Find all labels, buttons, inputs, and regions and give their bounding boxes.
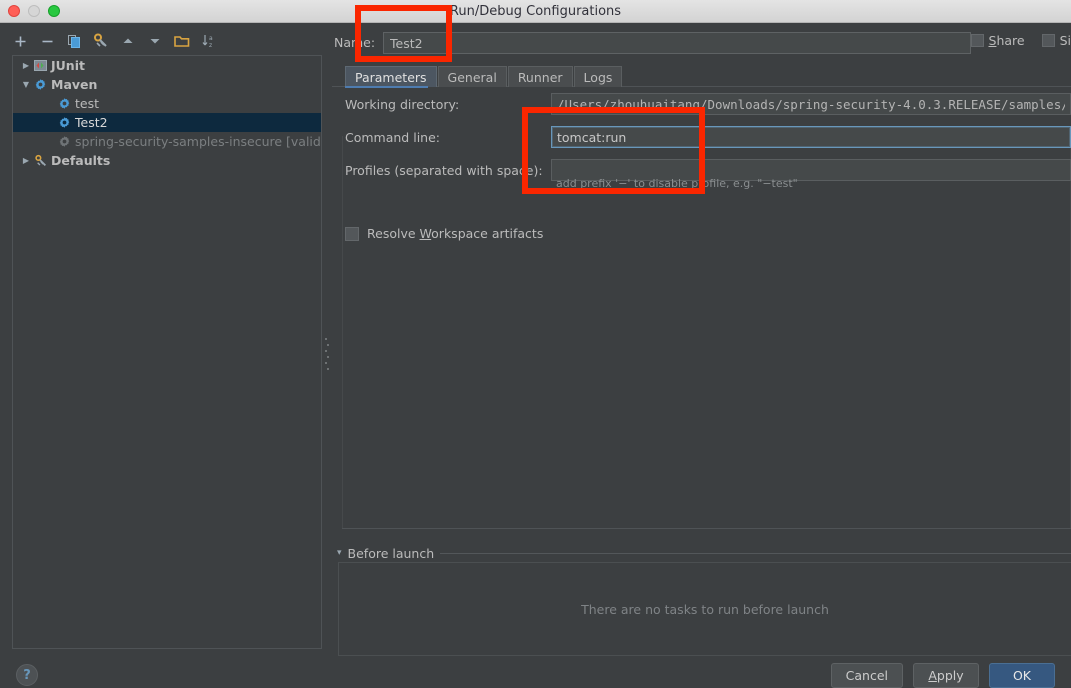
splitter-grip-icon[interactable] [325, 338, 329, 372]
tree-node-label: spring-security-samples-insecure [valida… [75, 132, 322, 151]
before-launch-empty-message: There are no tasks to run before launch [339, 563, 1071, 655]
configuration-options: Share Si [971, 33, 1071, 48]
single-instance-checkbox[interactable] [1042, 34, 1055, 47]
chevron-right-icon[interactable]: ▶ [19, 56, 33, 75]
panel-splitter[interactable] [322, 23, 332, 678]
profiles-label: Profiles (separated with space): [345, 163, 543, 178]
share-label: Share [989, 33, 1025, 48]
tree-node-label: Defaults [51, 151, 116, 170]
maven-icon [57, 115, 72, 130]
profiles-hint-text: add prefix '−' to disable profile, e.g. … [556, 177, 798, 190]
tab-parameters[interactable]: Parameters [345, 66, 437, 87]
profiles-hint-row: add prefix '−' to disable profile, e.g. … [332, 177, 1071, 199]
ok-button[interactable]: OK [989, 663, 1055, 688]
remove-configuration-button[interactable] [35, 29, 59, 53]
junit-icon [33, 58, 48, 73]
resolve-workspace-artifacts-checkbox[interactable] [345, 227, 359, 241]
maven-icon [57, 96, 72, 111]
tree-node-maven[interactable]: ▼ Maven [13, 75, 321, 94]
resolve-workspace-artifacts-row[interactable]: Resolve Workspace artifacts [345, 226, 543, 241]
svg-text:z: z [209, 42, 212, 49]
configuration-editor-panel: Name: Share Si Parameters General Runner… [332, 23, 1071, 678]
profiles-row: Profiles (separated with space): [332, 157, 1071, 177]
tab-logs[interactable]: Logs [574, 66, 623, 87]
copy-configuration-icon[interactable] [62, 29, 86, 53]
wrench-icon [33, 153, 48, 168]
chevron-down-icon[interactable]: ▼ [19, 75, 33, 94]
tree-node-junit[interactable]: ▶ JUnit [13, 56, 321, 75]
window-title: Run/Debug Configurations [0, 0, 1071, 23]
tree-node-test2[interactable]: Test2 [13, 113, 321, 132]
maven-icon [33, 77, 48, 92]
configurations-toolbar: a z [8, 27, 318, 55]
command-line-label: Command line: [345, 130, 440, 145]
configurations-tree[interactable]: ▶ JUnit ▼ [12, 55, 322, 649]
share-checkbox[interactable] [971, 34, 984, 47]
sort-alphabetically-icon[interactable]: a z [197, 29, 221, 53]
run-debug-configurations-dialog: a z ▶ JUnit ▼ [0, 23, 1071, 678]
tab-general[interactable]: General [438, 66, 507, 87]
svg-text:a: a [209, 35, 213, 42]
tree-node-label: Test2 [75, 113, 114, 132]
tab-runner[interactable]: Runner [508, 66, 573, 87]
command-line-input[interactable] [551, 126, 1071, 148]
window-titlebar: Run/Debug Configurations [0, 0, 1071, 23]
resolve-workspace-artifacts-label: Resolve Workspace artifacts [367, 226, 543, 241]
maven-icon-dim [57, 134, 72, 149]
parameters-form: Working directory: Command line: Profile… [332, 91, 1071, 199]
single-instance-label: Si [1060, 33, 1071, 48]
name-row: Name: [332, 32, 1071, 56]
configurations-left-panel: a z ▶ JUnit ▼ [0, 23, 326, 678]
tree-node-label: Maven [51, 75, 103, 94]
new-folder-icon[interactable] [170, 29, 194, 53]
apply-button[interactable]: Apply [913, 663, 979, 688]
tree-node-defaults[interactable]: ▶ Defaults [13, 151, 321, 170]
before-launch-header[interactable]: ▾ Before launch [337, 545, 1071, 561]
working-directory-row: Working directory: [332, 91, 1071, 124]
chevron-right-icon[interactable]: ▶ [19, 151, 33, 170]
before-launch-divider [440, 553, 1071, 554]
dialog-footer-buttons: Cancel Apply OK [831, 663, 1055, 688]
tree-node-spring-security-samples-insecure[interactable]: spring-security-samples-insecure [valida… [13, 132, 321, 151]
content-bottom-divider [342, 528, 1071, 529]
working-directory-input[interactable] [551, 93, 1071, 115]
cancel-button[interactable]: Cancel [831, 663, 903, 688]
edit-defaults-wrench-icon[interactable] [89, 29, 113, 53]
configuration-tabs: Parameters General Runner Logs [345, 65, 623, 87]
name-label: Name: [334, 35, 375, 50]
add-configuration-button[interactable] [8, 29, 32, 53]
before-launch-title: Before launch [348, 546, 435, 561]
before-launch-twisty-icon[interactable]: ▾ [337, 548, 342, 558]
command-line-row: Command line: [332, 124, 1071, 157]
help-button[interactable]: ? [16, 664, 38, 686]
move-down-icon[interactable] [143, 29, 167, 53]
tree-node-label: JUnit [51, 56, 91, 75]
active-tab-underline [345, 86, 428, 88]
name-input[interactable] [383, 32, 971, 54]
tree-node-test[interactable]: test [13, 94, 321, 113]
before-launch-task-list[interactable]: There are no tasks to run before launch [338, 562, 1071, 656]
tree-node-label: test [75, 94, 105, 113]
working-directory-label: Working directory: [345, 97, 459, 112]
move-up-icon[interactable] [116, 29, 140, 53]
